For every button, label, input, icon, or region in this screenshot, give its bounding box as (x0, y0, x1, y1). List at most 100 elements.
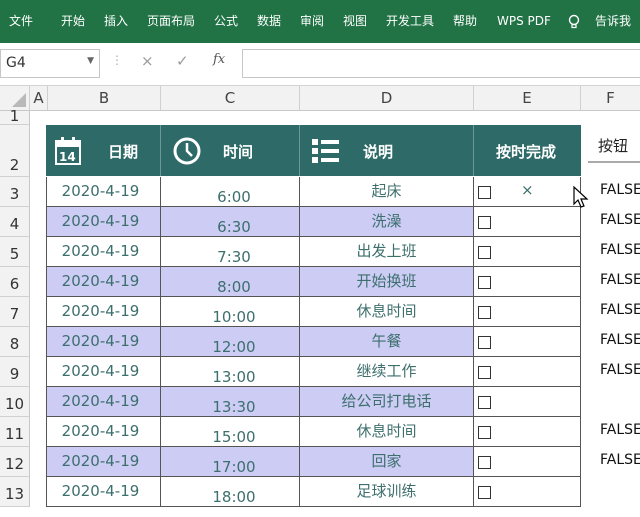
row-header-12[interactable]: 12 (0, 447, 30, 477)
completion-checkbox[interactable] (478, 276, 491, 289)
cell-time[interactable]: 15:00 (161, 417, 300, 447)
row-header-8[interactable]: 8 (0, 327, 30, 357)
completion-checkbox[interactable] (478, 216, 491, 229)
cell-date[interactable]: 2020-4-19 (46, 447, 161, 477)
menu-insert[interactable]: 插入 (104, 0, 128, 43)
column-header-f[interactable]: F (581, 86, 640, 111)
chevron-down-icon[interactable]: ▼ (87, 56, 94, 66)
cell-desc[interactable]: 足球训练 (300, 477, 474, 507)
list-icon (312, 139, 339, 163)
completion-checkbox[interactable] (478, 306, 491, 319)
cell-date[interactable]: 2020-4-19 (46, 357, 161, 387)
confirm-icon[interactable]: ✓ (176, 52, 189, 70)
column-header-d[interactable]: D (300, 86, 474, 111)
cell-date[interactable]: 2020-4-19 (46, 177, 161, 207)
row-header-5[interactable]: 5 (0, 237, 30, 267)
cell-date[interactable]: 2020-4-19 (46, 207, 161, 237)
completion-checkbox[interactable] (478, 426, 491, 439)
row-header-13[interactable]: 13 (0, 477, 30, 507)
row-header-3[interactable]: 3 (0, 177, 30, 207)
cell-desc[interactable]: 继续工作 (300, 357, 474, 387)
cell-desc[interactable]: 给公司打电话 (300, 387, 474, 417)
completion-checkbox[interactable] (478, 396, 491, 409)
row-header-1[interactable]: 1 (0, 109, 30, 125)
linked-cell-value: FALSE (600, 452, 640, 468)
menu-data[interactable]: 数据 (257, 0, 281, 43)
cell-desc[interactable]: 休息时间 (300, 297, 474, 327)
menu-help[interactable]: 帮助 (453, 0, 477, 43)
cell-time[interactable]: 10:00 (161, 297, 300, 327)
name-box[interactable]: G4 ▼ (0, 49, 100, 78)
cell-time[interactable]: 13:00 (161, 357, 300, 387)
clock-icon (173, 137, 201, 165)
cell-desc[interactable]: 起床 (300, 177, 474, 207)
cell-desc[interactable]: 开始换班 (300, 267, 474, 297)
menu-view[interactable]: 视图 (343, 0, 367, 43)
column-header-a[interactable]: A (30, 86, 48, 111)
row-header-9[interactable]: 9 (0, 357, 30, 387)
column-header-b[interactable]: B (48, 86, 161, 111)
cell-time[interactable]: 13:30 (161, 387, 300, 417)
ribbon-menu-bar: 文件 开始 插入 页面布局 公式 数据 审阅 视图 开发工具 帮助 WPS PD… (0, 0, 640, 43)
cell-date[interactable]: 2020-4-19 (46, 327, 161, 357)
cell-time[interactable]: 6:30 (161, 207, 300, 237)
cell-desc[interactable]: 洗澡 (300, 207, 474, 237)
formula-input[interactable] (242, 49, 640, 78)
row-header-2[interactable]: 2 (0, 125, 30, 177)
side-button-label: 按钮 (598, 137, 629, 155)
column-header-e[interactable]: E (474, 86, 581, 111)
lightbulb-icon[interactable] (568, 0, 580, 43)
cell-date[interactable]: 2020-4-19 (46, 267, 161, 297)
menu-tell-me[interactable]: 告诉我 (595, 0, 631, 43)
completion-checkbox[interactable] (478, 456, 491, 469)
cell-desc[interactable]: 午餐 (300, 327, 474, 357)
cell-date[interactable]: 2020-4-19 (46, 297, 161, 327)
cell-time[interactable]: 7:30 (161, 237, 300, 267)
mouse-cursor-icon (573, 186, 589, 208)
completion-checkbox[interactable] (478, 486, 491, 499)
column-header-c[interactable]: C (161, 86, 300, 111)
cell-time[interactable]: 6:00 (161, 177, 300, 207)
cell-desc[interactable]: 出发上班 (300, 237, 474, 267)
menu-page-layout[interactable]: 页面布局 (147, 0, 195, 43)
menu-developer[interactable]: 开发工具 (386, 0, 434, 43)
cell-time[interactable]: 8:00 (161, 267, 300, 297)
linked-cell-value: FALSE (600, 302, 640, 318)
completion-checkbox[interactable] (478, 336, 491, 349)
menu-file[interactable]: 文件 (9, 0, 33, 43)
linked-cell-value: FALSE (600, 332, 640, 348)
cell-time[interactable]: 17:00 (161, 447, 300, 477)
linked-cell-value: FALSE (600, 422, 640, 438)
row-header-7[interactable]: 7 (0, 297, 30, 327)
completion-checkbox[interactable] (478, 186, 491, 199)
menu-home[interactable]: 开始 (61, 0, 85, 43)
linked-cell-value: FALSE (600, 272, 640, 288)
cell-desc[interactable]: 休息时间 (300, 417, 474, 447)
completion-checkbox[interactable] (478, 366, 491, 379)
name-box-value: G4 (6, 55, 26, 71)
cell-date[interactable]: 2020-4-19 (46, 417, 161, 447)
insert-function-icon[interactable]: fx (213, 52, 225, 67)
cell-time[interactable]: 12:00 (161, 327, 300, 357)
row-header-11[interactable]: 11 (0, 417, 30, 447)
row-header-4[interactable]: 4 (0, 207, 30, 237)
cell-time[interactable]: 18:00 (161, 477, 300, 507)
cell-date[interactable]: 2020-4-19 (46, 387, 161, 417)
side-button[interactable]: 按钮 (588, 125, 640, 163)
cell-desc[interactable]: 回家 (300, 447, 474, 477)
menu-review[interactable]: 审阅 (300, 0, 324, 43)
menu-wps-pdf[interactable]: WPS PDF (497, 0, 551, 43)
completion-checkbox[interactable] (478, 246, 491, 259)
cancel-icon[interactable]: × (141, 52, 154, 70)
calendar-day: 14 (59, 150, 76, 164)
cell-date[interactable]: 2020-4-19 (46, 237, 161, 267)
header-date-label: 日期 (108, 143, 139, 161)
header-desc-label: 说明 (363, 143, 394, 161)
header-time-label: 时间 (223, 143, 254, 161)
row-header-10[interactable]: 10 (0, 387, 30, 417)
row-header-6[interactable]: 6 (0, 267, 30, 297)
menu-formulas[interactable]: 公式 (214, 0, 238, 43)
more-options-icon: ⋮ (111, 53, 123, 67)
cell-date[interactable]: 2020-4-19 (46, 477, 161, 507)
header-desc: 说明 (300, 125, 474, 176)
